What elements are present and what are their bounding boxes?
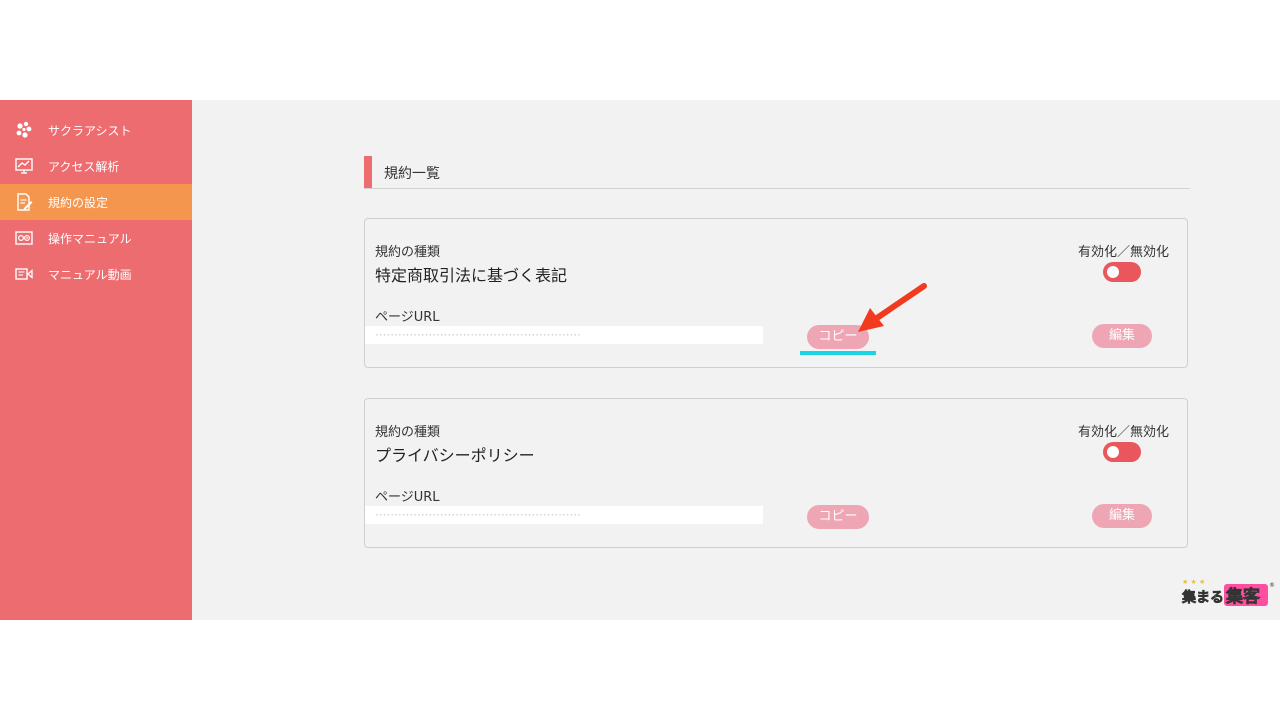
sidebar-item-label: マニュアル動画 <box>48 267 132 282</box>
svg-text:集客: 集客 <box>1225 586 1261 607</box>
section-accent-bar <box>364 156 372 188</box>
sidebar-item-label: アクセス解析 <box>48 159 120 174</box>
brand-logo: ★ ★ ★ 集まる 集客 ® <box>1180 576 1276 608</box>
page-url-label: ページURL <box>375 310 440 325</box>
page-url-value: ········································… <box>365 506 763 524</box>
toggle-label: 有効化／無効化 <box>1077 245 1169 260</box>
enable-toggle[interactable] <box>1103 262 1141 282</box>
toggle-knob <box>1107 446 1119 458</box>
terms-card-commerce: 規約の種類 特定商取引法に基づく表記 有効化／無効化 ページURL ······… <box>364 218 1188 368</box>
pointer-arrow-icon <box>858 283 927 332</box>
main-content: 規約一覧 規約の種類 特定商取引法に基づく表記 有効化／無効化 ページURL ·… <box>192 100 1280 620</box>
sidebar-item-terms-settings[interactable]: 規約の設定 <box>0 184 192 220</box>
sidebar-item-access-analysis[interactable]: アクセス解析 <box>0 148 192 184</box>
chart-monitor-icon <box>14 156 34 176</box>
svg-text:★ ★ ★: ★ ★ ★ <box>1182 578 1205 586</box>
brand-logo-icon: ★ ★ ★ 集まる 集客 ® <box>1181 578 1275 607</box>
edit-button[interactable]: 編集 <box>1092 324 1152 348</box>
edit-button[interactable]: 編集 <box>1092 504 1152 528</box>
page-title: 規約一覧 <box>384 166 440 182</box>
page-url-value: ········································… <box>365 326 763 344</box>
document-edit-icon <box>14 192 34 212</box>
sidebar-item-label: 規約の設定 <box>48 195 109 210</box>
terms-type-label: 規約の種類 <box>375 245 441 260</box>
terms-type-label: 規約の種類 <box>375 425 441 440</box>
sidebar: サクラアシスト アクセス解析 規約の設定 操作マニュアル マニュアル動画 <box>0 100 192 620</box>
enable-toggle[interactable] <box>1103 442 1141 462</box>
terms-card-privacy: 規約の種類 プライバシーポリシー 有効化／無効化 ページURL ········… <box>364 398 1188 548</box>
sidebar-item-label: 操作マニュアル <box>48 231 132 246</box>
manual-icon <box>14 228 34 248</box>
svg-text:集まる: 集まる <box>1181 589 1224 606</box>
sakura-icon <box>14 120 34 140</box>
toggle-knob <box>1107 266 1119 278</box>
sidebar-item-manual[interactable]: 操作マニュアル <box>0 220 192 256</box>
terms-type-value: プライバシーポリシー <box>375 446 535 465</box>
sidebar-item-label: サクラアシスト <box>48 123 132 138</box>
page-url-label: ページURL <box>375 490 440 505</box>
sidebar-item-manual-video[interactable]: マニュアル動画 <box>0 256 192 292</box>
copy-highlight-underline <box>800 351 876 355</box>
section-header: 規約一覧 <box>364 156 1190 189</box>
svg-text:®: ® <box>1269 582 1275 589</box>
toggle-label: 有効化／無効化 <box>1077 425 1169 440</box>
copy-button[interactable]: コピー <box>807 505 869 529</box>
terms-type-value: 特定商取引法に基づく表記 <box>375 266 568 285</box>
video-icon <box>14 264 34 284</box>
sidebar-item-sakura-assist[interactable]: サクラアシスト <box>0 112 192 148</box>
app-window: サクラアシスト アクセス解析 規約の設定 操作マニュアル マニュアル動画 規約一… <box>0 100 1280 620</box>
